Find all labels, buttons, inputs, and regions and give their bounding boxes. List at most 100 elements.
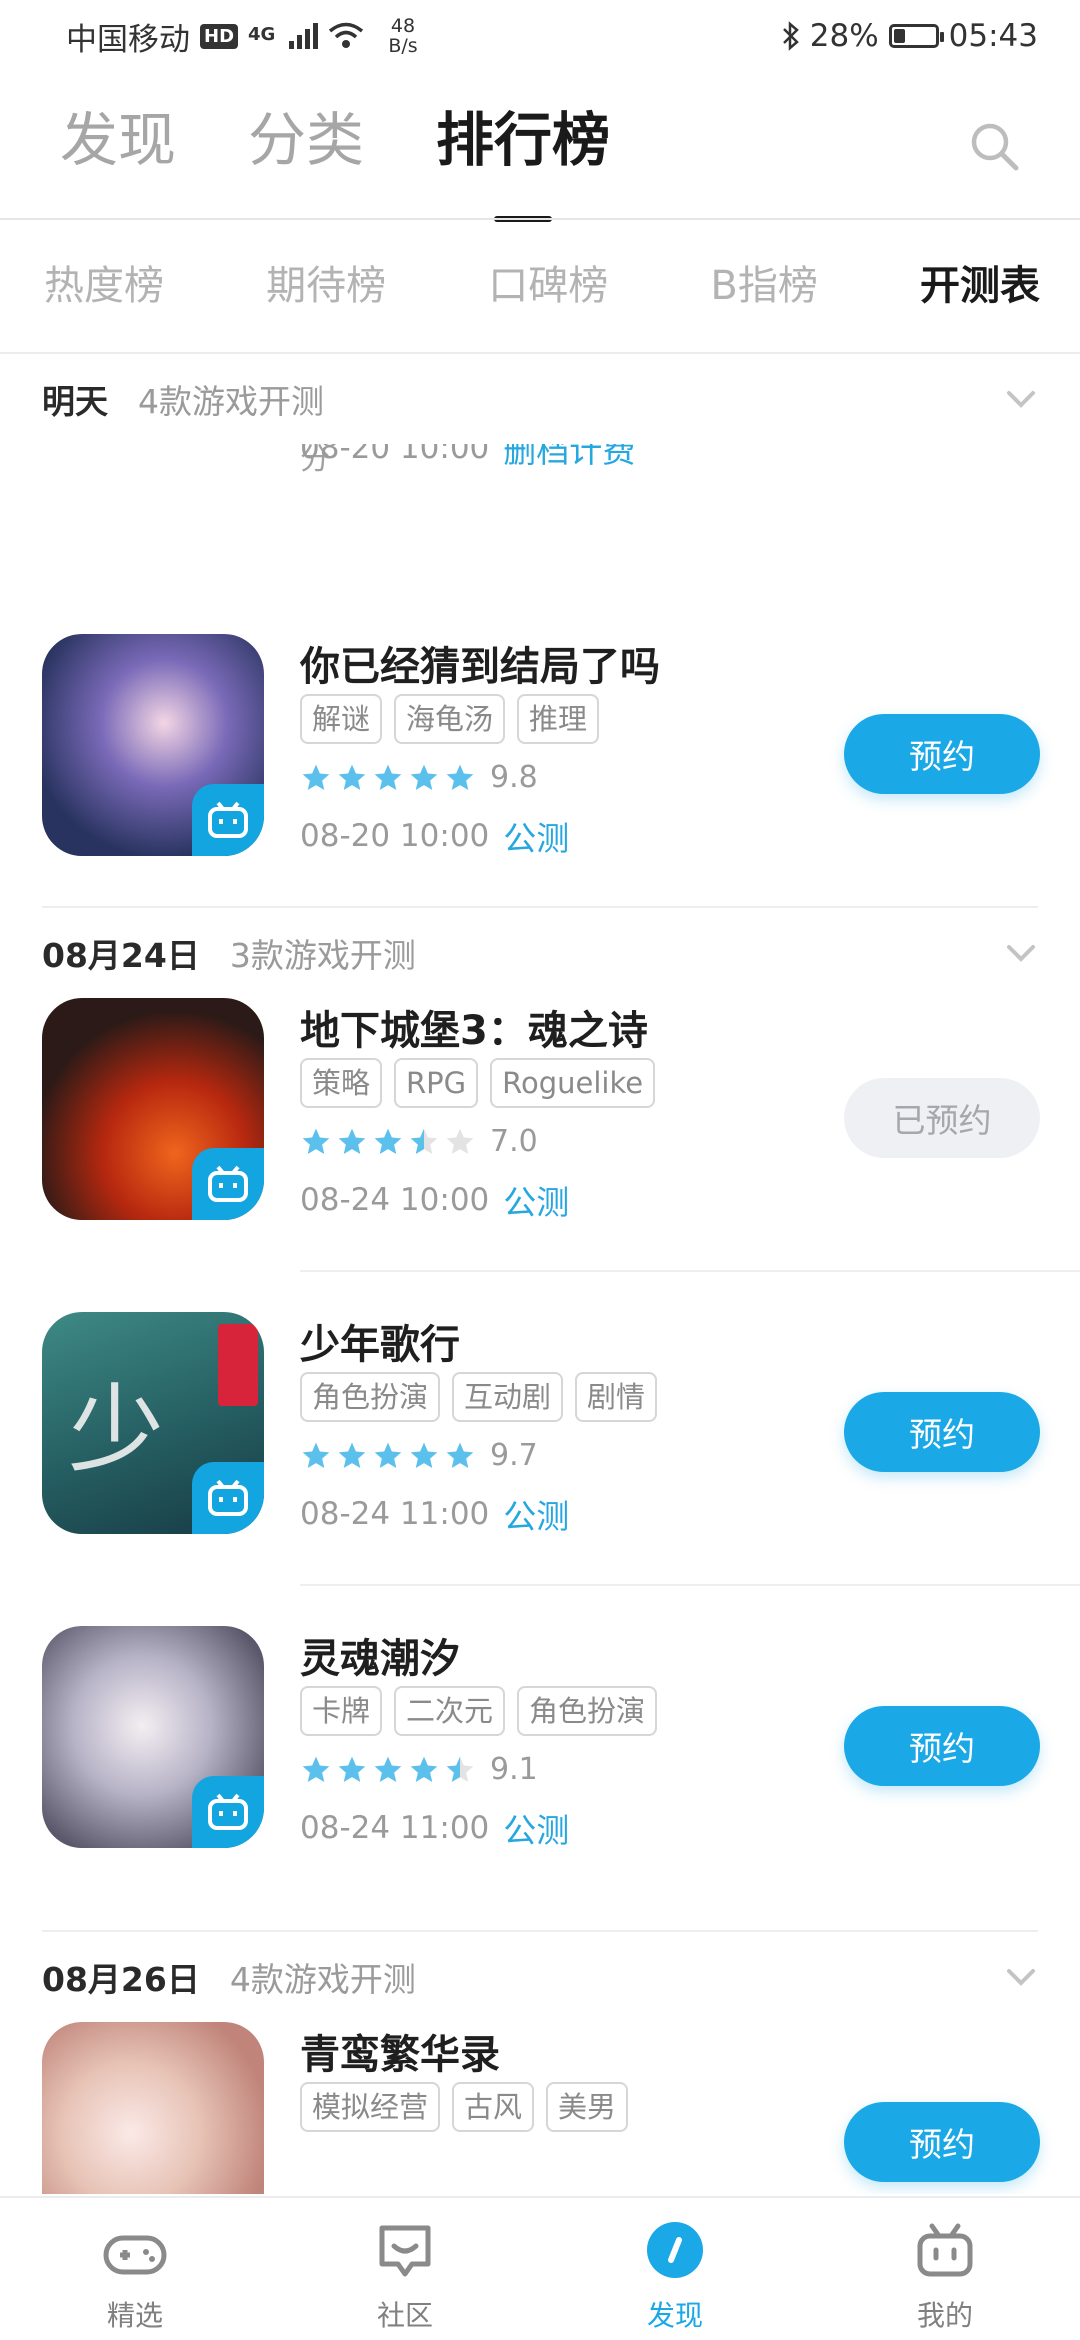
rating-row: 9.7 [300,1438,538,1473]
tag[interactable]: Roguelike [490,1058,656,1108]
game-title[interactable]: 少年歌行 [300,1312,460,1370]
tag[interactable]: 互动剧 [452,1372,564,1422]
rating-score: 7.0 [490,1124,538,1159]
tag[interactable]: 剧情 [575,1372,658,1422]
star-icon [302,1756,330,1782]
tab-category[interactable]: 分类 [248,100,364,180]
star-icon [374,1128,402,1154]
schedule-list[interactable]: 暂无评分 08-20 10:00 删档计费 明天 4款游戏开测 你已经猜到结局了… [0,354,1080,2194]
sub-tabs: 热度榜 期待榜 口碑榜 B指榜 开测表 [0,260,1080,312]
icon-badge [218,1324,258,1406]
tag-row: 解谜 海龟汤 推理 [300,694,600,744]
rating-score: 9.1 [490,1752,538,1787]
tag[interactable]: 角色扮演 [300,1372,441,1422]
reserve-button[interactable]: 预约 [844,2102,1040,2182]
star-icon [410,764,438,790]
reserve-button[interactable]: 预约 [844,1392,1040,1472]
reserve-button[interactable]: 预约 [844,1706,1040,1786]
tag[interactable]: 卡牌 [300,1686,383,1736]
tag[interactable]: 模拟经营 [300,2082,441,2132]
bottom-nav: 精选 社区 发现 我的 [0,2196,1080,2340]
subtab-test-schedule[interactable]: 开测表 [920,260,1040,312]
time-row: 08-20 10:00 公测 [300,812,569,860]
subtab-expected[interactable]: 期待榜 [266,260,386,312]
rating-score: 9.8 [490,760,538,795]
tag[interactable]: 二次元 [394,1686,506,1736]
tag[interactable]: 美男 [546,2082,629,2132]
bluetooth-icon [782,21,799,51]
game-title[interactable]: 灵魂潮汐 [300,1626,460,1684]
game-title[interactable]: 青鸾繁华录 [300,2022,500,2080]
status-bar: 中国移动 HD 4G 48 B/s 28% 05:43 [0,0,1080,72]
tag[interactable]: 海龟汤 [394,694,506,744]
game-title[interactable]: 地下城堡3：魂之诗 [300,998,648,1056]
star-icon [410,1442,438,1468]
rating-row: 9.8 [300,760,538,795]
compass-icon [647,2222,703,2278]
subtab-b-index[interactable]: B指榜 [710,260,817,312]
list-item[interactable]: 地下城堡3：魂之诗 策略 RPG Roguelike 7.0 08-24 10:… [0,958,1080,1270]
clock: 05:43 [948,18,1038,54]
signal-icon [289,23,319,49]
time-row: 08-24 11:00 公测 [300,1804,569,1852]
list-item[interactable]: 青鸾繁华录 模拟经营 古风 美男 预约 [0,1982,1080,2194]
star-icon [338,1442,366,1468]
section-date: 明天 [42,382,108,421]
bilibili-badge-icon [192,784,264,856]
open-time: 08-20 10:00 [300,818,490,854]
test-type: 公测 [503,1811,570,1850]
tag-row: 卡牌 二次元 角色扮演 [300,1686,658,1736]
chat-bubble-icon [379,2225,431,2277]
tab-discover[interactable]: 发现 [60,100,176,180]
tag-row: 角色扮演 互动剧 剧情 [300,1372,658,1422]
tab-ranking[interactable]: 排行榜 [436,100,610,180]
star-icon [446,1442,474,1468]
star-icon [446,1128,474,1154]
star-icon [338,1128,366,1154]
star-icon [302,764,330,790]
divider [0,218,1080,220]
star-icon [446,1756,474,1782]
star-icon [374,1756,402,1782]
section-header[interactable]: 明天 4款游戏开测 [0,354,1080,444]
star-icon [410,1756,438,1782]
nav-discover[interactable]: 发现 [540,2198,810,2340]
tag[interactable]: 策略 [300,1058,383,1108]
bilibili-badge-icon [192,1776,264,1848]
chevron-down-icon[interactable] [1004,382,1038,416]
icon-artwork: 少 [68,1374,164,1486]
subtab-reputation[interactable]: 口碑榜 [488,260,608,312]
test-type: 公测 [503,1183,570,1222]
game-icon [42,1626,264,1848]
reserved-button[interactable]: 已预约 [844,1078,1040,1158]
rating-row: 9.1 [300,1752,538,1787]
tag[interactable]: 推理 [517,694,600,744]
nav-label: 精选 [106,2299,163,2332]
tag[interactable]: 解谜 [300,694,383,744]
nav-label: 发现 [646,2299,703,2332]
nav-label: 我的 [916,2299,973,2332]
top-tabs: 发现 分类 排行榜 [60,100,682,180]
game-title[interactable]: 你已经猜到结局了吗 [300,634,660,692]
list-item[interactable]: 少 少年歌行 角色扮演 互动剧 剧情 9.7 08-24 11:00 公测 预约 [0,1272,1080,1584]
tag[interactable]: 角色扮演 [517,1686,658,1736]
open-time: 08-24 11:00 [300,1496,490,1532]
nav-mine[interactable]: 我的 [810,2198,1080,2340]
net-speed: 48 B/s [388,15,418,57]
bilibili-tv-icon [917,2223,973,2277]
test-type: 公测 [503,819,570,858]
nav-community[interactable]: 社区 [270,2198,540,2340]
tag-row: 策略 RPG Roguelike [300,1058,656,1108]
nav-label: 社区 [376,2299,433,2332]
hd-badge: HD [200,23,239,49]
game-icon: 少 [42,1312,264,1534]
tag[interactable]: RPG [394,1058,479,1108]
star-icon [446,764,474,790]
nav-featured[interactable]: 精选 [0,2198,270,2340]
search-icon[interactable] [968,120,1020,172]
list-item[interactable]: 灵魂潮汐 卡牌 二次元 角色扮演 9.1 08-24 11:00 公测 预约 [0,1586,1080,1898]
subtab-hot[interactable]: 热度榜 [44,260,164,312]
list-item[interactable]: 你已经猜到结局了吗 解谜 海龟汤 推理 9.8 08-20 10:00 公测 预… [0,594,1080,906]
reserve-button[interactable]: 预约 [844,714,1040,794]
tag[interactable]: 古风 [452,2082,535,2132]
